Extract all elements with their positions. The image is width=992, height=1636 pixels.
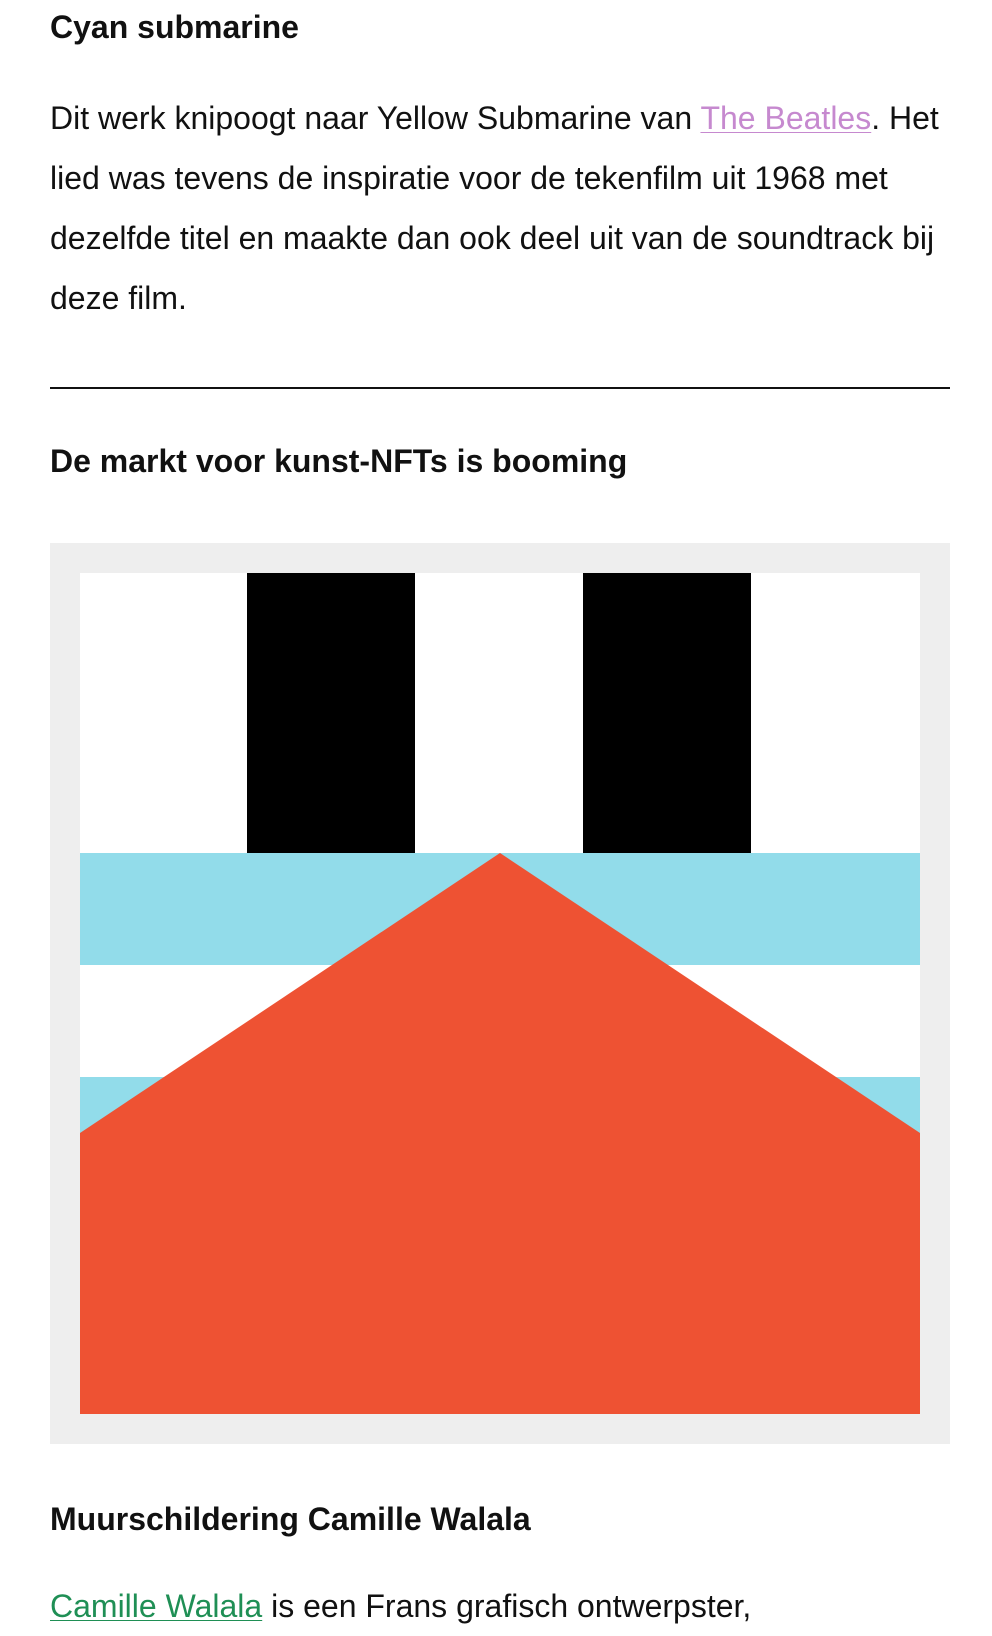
section-title-nft-market: De markt voor kunst-NFTs is booming [50, 443, 628, 479]
camille-walala-link[interactable]: Camille Walala [50, 1588, 262, 1624]
mural-paragraph-text: is een Frans grafisch ontwerpster, [262, 1588, 752, 1624]
cyan-submarine-artwork [80, 573, 920, 1414]
artwork-frame [50, 543, 950, 1444]
mural-paragraph: Camille Walala is een Frans grafisch ont… [50, 1576, 950, 1636]
section-title-cyan-submarine: Cyan submarine [50, 9, 299, 45]
the-beatles-link[interactable]: The Beatles [700, 100, 871, 136]
artwork-black-bar-left [247, 573, 415, 853]
cyan-submarine-paragraph: Dit werk knipoogt naar Yellow Submarine … [50, 88, 950, 328]
section-title-mural: Muurschildering Camille Walala [50, 1501, 531, 1537]
page: Cyan submarine Dit werk knipoogt naar Ye… [0, 0, 992, 1630]
section-divider [50, 387, 950, 389]
artwork-black-bar-right [583, 573, 751, 853]
paragraph-text-intro: Dit werk knipoogt naar Yellow Submarine … [50, 100, 701, 136]
